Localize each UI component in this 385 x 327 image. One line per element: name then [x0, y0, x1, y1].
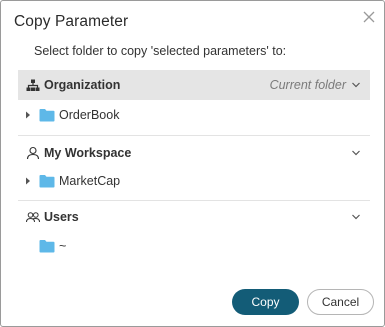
chevron-down-icon[interactable]: [351, 149, 361, 157]
expand-arrow-icon[interactable]: [25, 111, 31, 119]
copy-parameter-dialog: Copy Parameter Select folder to copy 'se…: [0, 0, 385, 327]
section-label-organization: Organization: [44, 78, 121, 92]
tree-item-orderbook[interactable]: OrderBook: [25, 105, 155, 125]
tree-item-marketcap[interactable]: MarketCap: [25, 171, 155, 191]
chevron-down-icon[interactable]: [351, 81, 361, 89]
tree-item-label: OrderBook: [59, 108, 120, 122]
section-label-my-workspace: My Workspace: [44, 146, 132, 160]
tree-item-label: MarketCap: [59, 174, 121, 188]
section-label-users: Users: [44, 210, 79, 224]
folder-icon: [39, 175, 55, 188]
dialog-title: Copy Parameter: [14, 13, 129, 30]
dialog-subtitle: Select folder to copy 'selected paramete…: [34, 44, 287, 58]
expand-arrow-icon[interactable]: [25, 177, 31, 185]
section-divider: [18, 135, 370, 136]
tree-item-home[interactable]: ~: [25, 236, 85, 256]
copy-button[interactable]: Copy: [232, 289, 299, 315]
close-icon[interactable]: [362, 10, 376, 24]
org-hierarchy-icon: [26, 79, 40, 91]
section-users[interactable]: Users: [18, 202, 370, 232]
tree-item-label: ~: [59, 239, 67, 253]
user-icon: [26, 146, 40, 160]
section-divider: [18, 200, 370, 201]
cancel-button[interactable]: Cancel: [307, 289, 374, 315]
chevron-down-icon[interactable]: [351, 213, 361, 221]
folder-icon: [39, 109, 55, 122]
users-icon: [26, 212, 40, 223]
section-my-workspace[interactable]: My Workspace: [18, 138, 370, 168]
section-organization[interactable]: Organization Current folder: [18, 70, 370, 100]
current-folder-label: Current folder: [269, 78, 346, 92]
folder-icon: [39, 240, 55, 253]
